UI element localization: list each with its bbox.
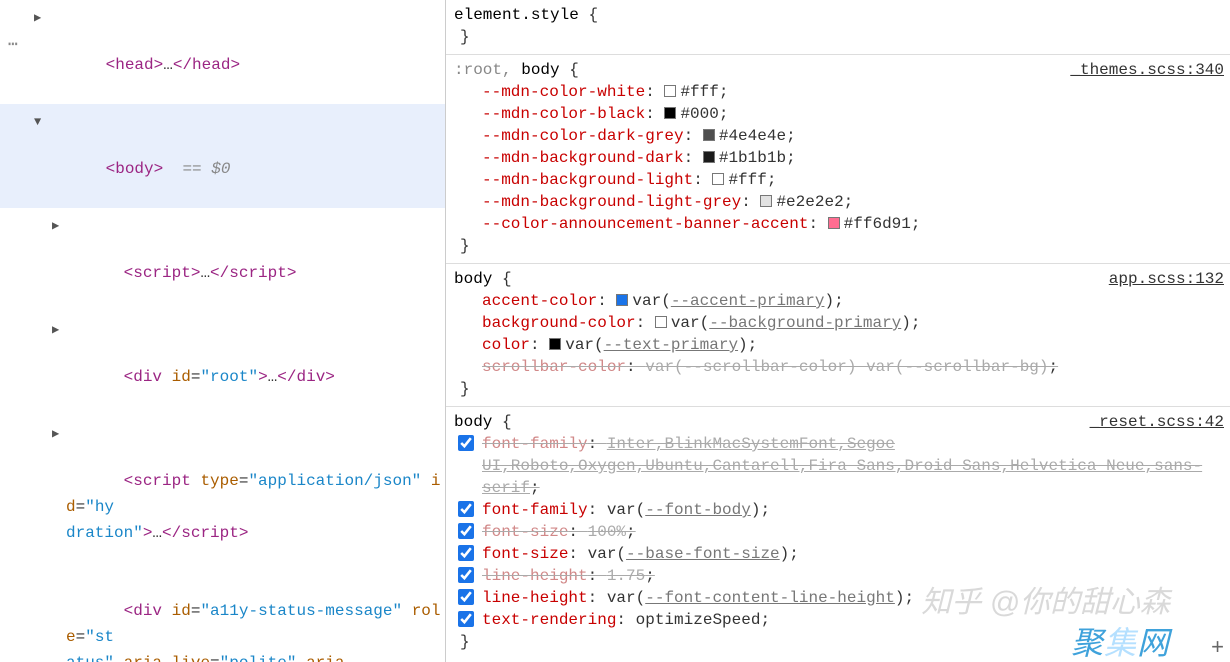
css-declaration[interactable]: --mdn-color-white: #fff; [454,81,1222,103]
color-swatch-icon[interactable] [760,195,772,207]
expand-arrow-icon[interactable]: ▶ [34,5,41,31]
source-link-app[interactable]: app.scss:132 [1109,268,1224,290]
dom-node-body-selected[interactable]: ▼ <body> == $0 [0,104,445,208]
css-declaration[interactable]: background-color: var(--background-prima… [454,312,1222,334]
property-toggle-checkbox[interactable] [458,611,474,627]
expand-arrow-icon[interactable]: ▶ [52,317,59,343]
css-declaration[interactable]: --mdn-background-light-grey: #e2e2e2; [454,191,1222,213]
source-link-themes[interactable]: _themes.scss:340 [1070,59,1224,81]
property-toggle-checkbox[interactable] [458,545,474,561]
css-declaration[interactable]: line-height: 1.75; [454,565,1222,587]
color-swatch-icon[interactable] [664,85,676,97]
css-declaration[interactable]: font-size: 100%; [454,521,1222,543]
property-toggle-checkbox[interactable] [458,501,474,517]
css-declaration[interactable]: font-family: Inter,BlinkMacSystemFont,Se… [454,433,1222,499]
color-swatch-icon[interactable] [712,173,724,185]
css-declaration[interactable]: accent-color: var(--accent-primary); [454,290,1222,312]
dom-node-script[interactable]: ▶ <script>…</script> [0,208,445,312]
rule-body-reset[interactable]: _reset.scss:42 body { font-family: Inter… [446,407,1230,659]
property-toggle-checkbox[interactable] [458,589,474,605]
elements-panel[interactable]: ⋯ ▶ <head>…</head> ▼ <body> == $0 ▶ <scr… [0,0,446,662]
css-declaration[interactable]: --mdn-background-dark: #1b1b1b; [454,147,1222,169]
dom-node-a11y-div[interactable]: <div id="a11y-status-message" role="stat… [0,572,445,662]
selector-body-reset[interactable]: body [454,413,492,431]
add-rule-icon[interactable]: + [1211,636,1224,658]
color-swatch-icon[interactable] [703,151,715,163]
property-toggle-checkbox[interactable] [458,523,474,539]
css-declaration[interactable]: scrollbar-color: var(--scrollbar-color) … [454,356,1222,378]
dom-node-head[interactable]: ▶ <head>…</head> [0,0,445,104]
css-declaration[interactable]: --mdn-color-dark-grey: #4e4e4e; [454,125,1222,147]
property-toggle-checkbox[interactable] [458,435,474,451]
css-declaration[interactable]: text-rendering: optimizeSpeed; [454,609,1222,631]
styles-panel[interactable]: element.style { } _themes.scss:340 :root… [446,0,1230,662]
color-swatch-icon[interactable] [828,217,840,229]
color-swatch-icon[interactable] [549,338,561,350]
selector-root-body[interactable]: :root, body [454,61,560,79]
color-swatch-icon[interactable] [664,107,676,119]
css-declaration[interactable]: line-height: var(--font-content-line-hei… [454,587,1222,609]
expand-arrow-icon[interactable]: ▶ [52,421,59,447]
css-declaration[interactable]: font-family: var(--font-body); [454,499,1222,521]
collapse-arrow-icon[interactable]: ▼ [34,109,41,135]
rule-root-body[interactable]: _themes.scss:340 :root, body { --mdn-col… [446,55,1230,264]
dom-node-hydration-script[interactable]: ▶ <script type="application/json" id="hy… [0,416,445,572]
selector-body-app[interactable]: body [454,270,492,288]
rule-element-style[interactable]: element.style { } [446,0,1230,55]
expand-arrow-icon[interactable]: ▶ [52,213,59,239]
selector-element-style[interactable]: element.style [454,6,579,24]
color-swatch-icon[interactable] [703,129,715,141]
css-declaration[interactable]: --mdn-background-light: #fff; [454,169,1222,191]
css-declaration[interactable]: font-size: var(--base-font-size); [454,543,1222,565]
property-toggle-checkbox[interactable] [458,567,474,583]
rule-body-app[interactable]: app.scss:132 body { accent-color: var(--… [446,264,1230,407]
css-declaration[interactable]: --color-announcement-banner-accent: #ff6… [454,213,1222,235]
css-declaration[interactable]: color: var(--text-primary); [454,334,1222,356]
css-declaration[interactable]: --mdn-color-black: #000; [454,103,1222,125]
color-swatch-icon[interactable] [655,316,667,328]
source-link-reset[interactable]: _reset.scss:42 [1090,411,1224,433]
dom-node-root-div[interactable]: ▶ <div id="root">…</div> [0,312,445,416]
color-swatch-icon[interactable] [616,294,628,306]
